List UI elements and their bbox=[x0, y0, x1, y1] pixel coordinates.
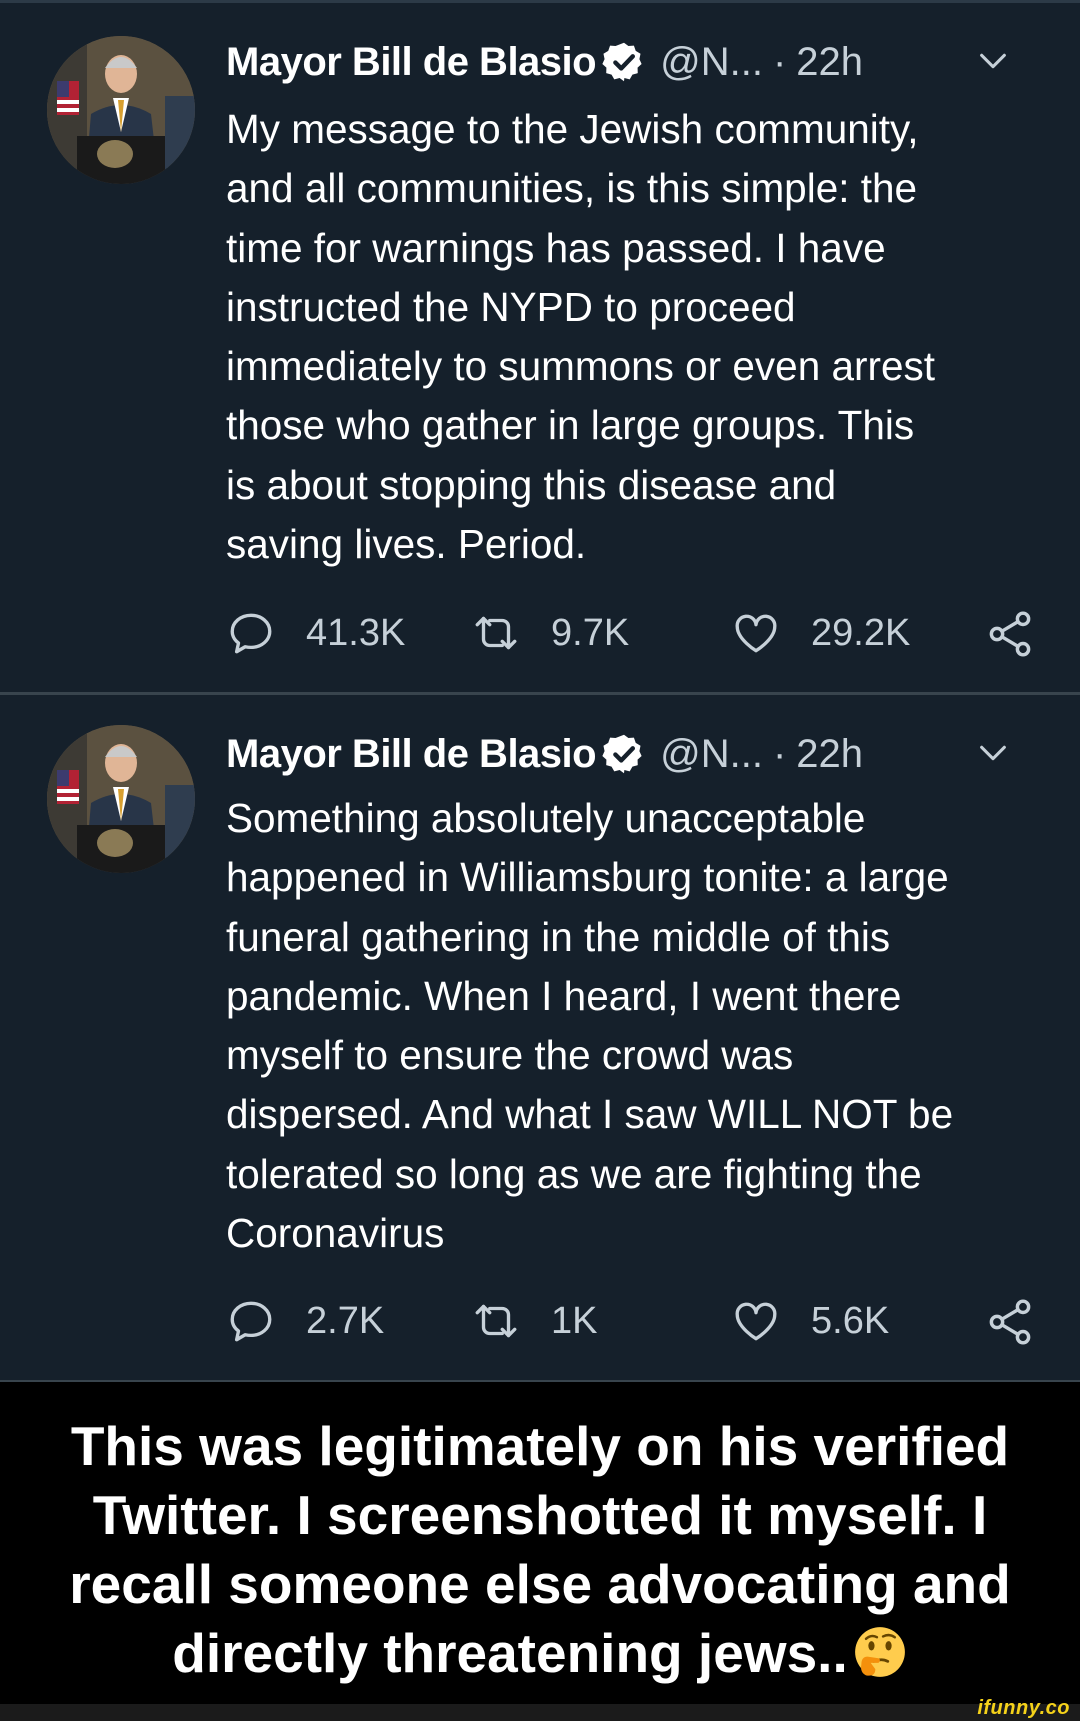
tweet-header: Mayor Bill de Blasio @N... · 22h bbox=[226, 724, 1040, 784]
reply-count: 41.3K bbox=[306, 611, 406, 654]
caption-line: This was legitimately on his verified bbox=[70, 1415, 1010, 1477]
like-button[interactable]: 29.2K bbox=[731, 603, 910, 663]
tweet-text: My message to the Jewish community, and … bbox=[226, 100, 1056, 574]
verified-badge-icon bbox=[602, 42, 642, 82]
heart-icon bbox=[735, 1302, 777, 1341]
tweet-text-line: funeral gathering in the middle of this bbox=[226, 913, 891, 960]
tweet-text-line: pandemic. When I heard, I went there bbox=[226, 972, 902, 1019]
tweet-text-line: happened in Williamsburg tonite: a large bbox=[226, 854, 949, 901]
tweet-text: Something absolutely unacceptable happen… bbox=[226, 789, 1056, 1263]
tweet-text-line: immediately to summons or even arrest bbox=[226, 343, 936, 390]
reply-icon bbox=[230, 1301, 272, 1342]
retweet-icon bbox=[475, 1304, 517, 1338]
caption-line: directly threatening jews.. bbox=[30, 1619, 1050, 1688]
retweet-button[interactable]: 9.7K bbox=[471, 603, 629, 663]
tweet-text-line: myself to ensure the crowd was bbox=[226, 1032, 794, 1079]
separator-dot: · bbox=[772, 39, 787, 84]
avatar-photo-icon bbox=[47, 725, 195, 873]
reply-button[interactable]: 2.7K bbox=[226, 1291, 384, 1351]
reply-count: 2.7K bbox=[306, 1299, 385, 1342]
tweet-text-line: saving lives. Period. bbox=[226, 521, 587, 568]
author-name[interactable]: Mayor Bill de Blasio bbox=[226, 40, 597, 85]
thinking-face-icon bbox=[854, 1627, 905, 1677]
tweet-time[interactable]: 22h bbox=[796, 40, 863, 85]
retweet-count: 1K bbox=[551, 1299, 598, 1342]
reply-icon bbox=[230, 613, 272, 654]
tweet-text-line: and all communities, is this simple: the bbox=[226, 165, 918, 212]
verified-badge-icon bbox=[602, 734, 642, 774]
tweet-text-line: tolerated so long as we are fighting the bbox=[226, 1150, 922, 1197]
avatar[interactable] bbox=[47, 36, 195, 184]
retweet-count: 9.7K bbox=[551, 611, 630, 654]
tweet-text-line: those who gather in large groups. This bbox=[226, 402, 915, 449]
caption-text: This was legitimately on his verified Tw… bbox=[30, 1412, 1050, 1688]
footer-bar bbox=[0, 1704, 1080, 1721]
caption-line-text: directly threatening jews.. bbox=[172, 1622, 848, 1684]
tweet-text-line: Something absolutely unacceptable bbox=[226, 795, 866, 841]
caption-line: recall someone else advocating and bbox=[69, 1553, 1011, 1615]
tweet-text-line: time for warnings has passed. I have bbox=[226, 224, 886, 271]
meme-caption: This was legitimately on his verified Tw… bbox=[0, 1382, 1080, 1704]
separator-dot: · bbox=[772, 731, 787, 776]
tweet-actions: 41.3K 9.7K 29.2K bbox=[226, 603, 1036, 663]
chevron-down-icon[interactable] bbox=[976, 736, 1010, 770]
tweet-text-line: dispersed. And what I saw WILL NOT be bbox=[226, 1091, 954, 1138]
author-handle[interactable]: @N... bbox=[660, 40, 763, 85]
tweet-text-line: instructed the NYPD to proceed bbox=[226, 283, 796, 330]
tweet-text-line: My message to the Jewish community, bbox=[226, 106, 919, 152]
like-count: 29.2K bbox=[811, 611, 911, 654]
tweet-time[interactable]: 22h bbox=[796, 732, 863, 777]
tweet-text-line: Coronavirus bbox=[226, 1210, 445, 1257]
tweet-header: Mayor Bill de Blasio @N... · 22h bbox=[226, 32, 1040, 92]
retweet-button[interactable]: 1K bbox=[471, 1291, 597, 1351]
ifunny-watermark: ifunny.co bbox=[977, 1697, 1070, 1719]
heart-icon bbox=[735, 614, 777, 653]
chevron-down-icon[interactable] bbox=[976, 44, 1010, 78]
avatar-photo-icon bbox=[47, 36, 195, 184]
share-icon[interactable] bbox=[984, 1296, 1036, 1348]
caption-line: Twitter. I screenshotted it myself. I bbox=[92, 1484, 988, 1546]
author-name[interactable]: Mayor Bill de Blasio bbox=[226, 732, 597, 777]
avatar[interactable] bbox=[47, 725, 195, 873]
reply-button[interactable]: 41.3K bbox=[226, 603, 405, 663]
tweet-actions: 2.7K 1K 5.6K bbox=[226, 1291, 1036, 1351]
like-button[interactable]: 5.6K bbox=[731, 1291, 889, 1351]
author-handle[interactable]: @N... bbox=[660, 732, 763, 777]
tweet[interactable]: Mayor Bill de Blasio @N... · 22h My mess… bbox=[0, 0, 1080, 695]
tweet-text-line: is about stopping this disease and bbox=[226, 461, 837, 508]
share-icon[interactable] bbox=[984, 608, 1036, 660]
retweet-icon bbox=[475, 616, 517, 650]
like-count: 5.6K bbox=[811, 1299, 890, 1342]
tweet[interactable]: Mayor Bill de Blasio @N... · 22h Somethi… bbox=[0, 695, 1080, 1382]
